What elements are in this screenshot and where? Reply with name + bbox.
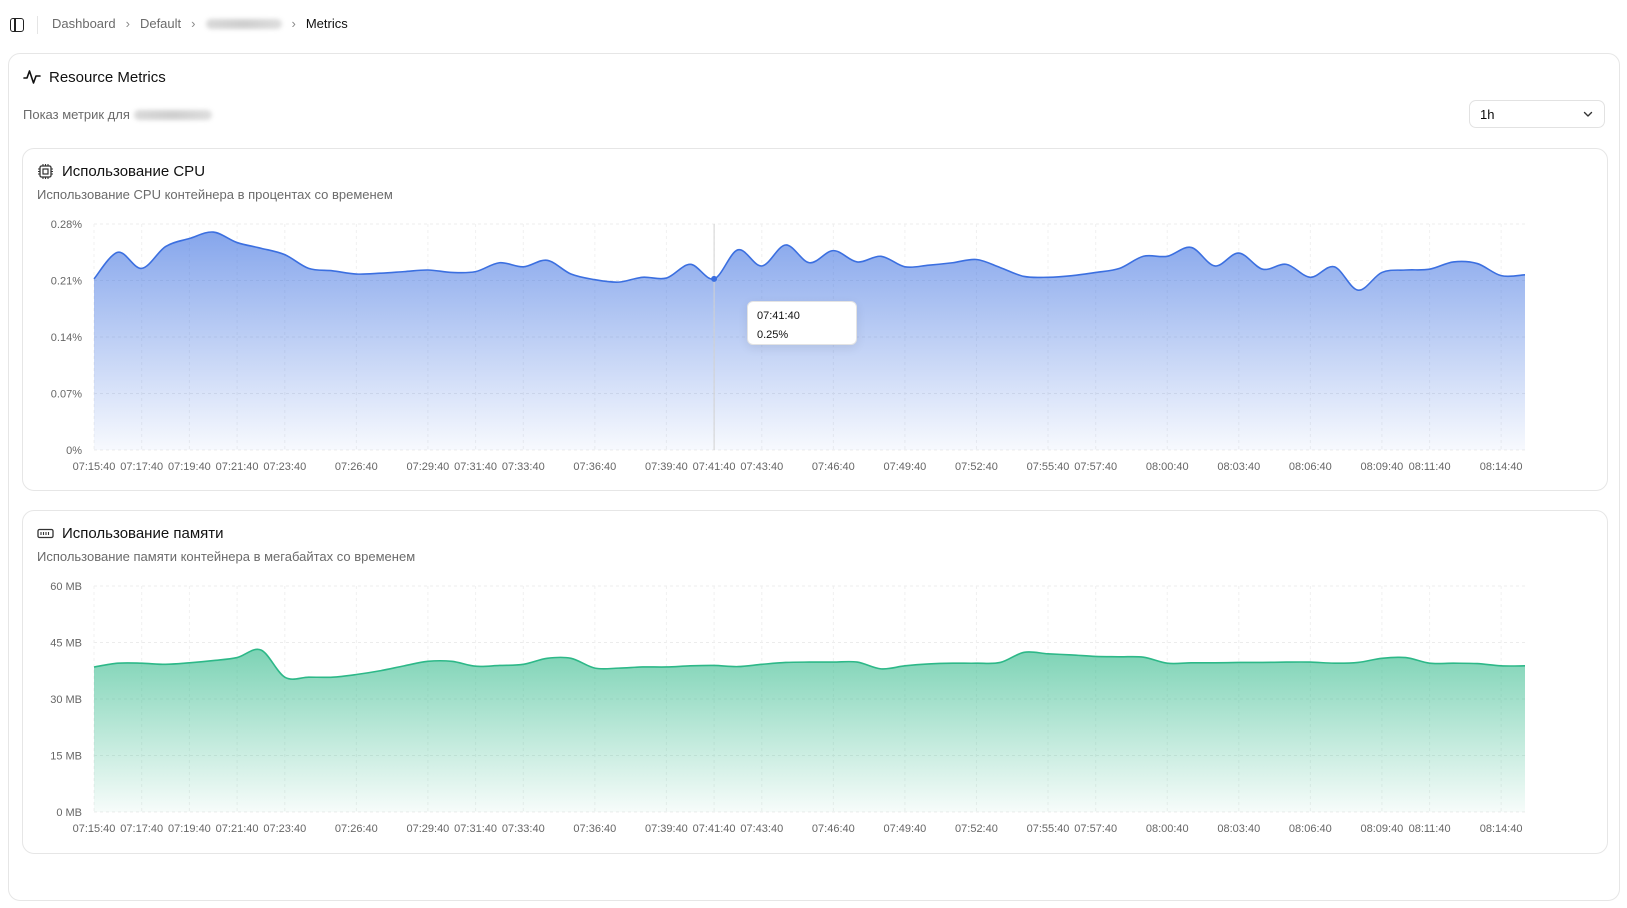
x-tick-label: 08:11:40	[1409, 823, 1451, 835]
x-tick-label: 07:57:40	[1074, 461, 1117, 473]
breadcrumb-default[interactable]: Default	[140, 16, 181, 31]
x-tick-label: 07:46:40	[812, 823, 855, 835]
x-tick-label: 07:21:40	[216, 461, 259, 473]
x-tick-label: 07:33:40	[502, 461, 545, 473]
memory-chart: 0 MB 15 MB 30 MB 45 MB 60 MB 07:15:40 07:17:40…	[50, 581, 1526, 835]
x-tick-label: 07:15:40	[73, 823, 116, 835]
hover-point	[711, 275, 718, 282]
x-tick-label: 08:00:40	[1146, 823, 1189, 835]
x-tick-label: 08:09:40	[1360, 461, 1403, 473]
y-tick-label: 0.28%	[51, 219, 82, 231]
x-tick-label: 07:29:40	[406, 461, 449, 473]
x-tick-label: 07:36:40	[573, 823, 616, 835]
chevron-down-icon	[1583, 111, 1593, 117]
chevron-right-icon: ›	[191, 16, 196, 31]
x-tick-label: 07:17:40	[120, 461, 163, 473]
service-name-redacted	[133, 109, 212, 120]
x-tick-label: 07:52:40	[955, 823, 998, 835]
subtitle-text: Показ метрик для	[23, 107, 130, 122]
x-tick-label: 08:09:40	[1360, 823, 1403, 835]
time-range-value: 1h	[1480, 106, 1495, 122]
x-tick-label: 07:57:40	[1074, 823, 1117, 835]
series-area	[94, 649, 1525, 812]
chevron-right-icon: ›	[291, 16, 296, 31]
breadcrumb: Dashboard › Default › › Metrics	[52, 16, 348, 31]
x-tick-label: 07:36:40	[573, 461, 616, 473]
x-tick-label: 07:19:40	[168, 823, 211, 835]
x-tick-label: 07:41:40	[693, 461, 736, 473]
x-tick-label: 07:41:40	[693, 823, 736, 835]
panel-header: Resource Metrics	[23, 68, 166, 86]
x-tick-label: 08:14:40	[1480, 461, 1523, 473]
x-tick-label: 07:49:40	[883, 461, 926, 473]
x-tick-label: 07:52:40	[955, 461, 998, 473]
x-tick-label: 08:00:40	[1146, 461, 1189, 473]
x-tick-label: 07:31:40	[454, 461, 497, 473]
y-tick-label: 0.07%	[51, 389, 82, 401]
x-tick-label: 07:46:40	[812, 461, 855, 473]
x-tick-label: 07:31:40	[454, 823, 497, 835]
x-tick-label: 07:26:40	[335, 461, 378, 473]
x-tick-label: 07:23:40	[263, 823, 306, 835]
tooltip-value: 0.25%	[757, 329, 789, 341]
x-tick-label: 08:06:40	[1289, 823, 1332, 835]
x-tick-label: 07:55:40	[1027, 461, 1070, 473]
x-tick-label: 07:23:40	[263, 461, 306, 473]
x-tick-label: 07:49:40	[883, 823, 926, 835]
y-tick-label: 0 MB	[56, 807, 82, 819]
divider	[37, 16, 38, 34]
y-tick-label: 0%	[66, 445, 82, 457]
resource-metrics-panel: Resource Metrics Показ метрик для 1h Исп…	[8, 53, 1620, 901]
y-tick-label: 30 MB	[50, 694, 82, 706]
x-tick-label: 08:03:40	[1217, 823, 1260, 835]
cpu-usage-card: Использование CPU Использование CPU конт…	[22, 148, 1608, 491]
panel-subtitle: Показ метрик для	[23, 107, 212, 122]
breadcrumb-service-redacted[interactable]	[205, 18, 282, 29]
x-tick-label: 07:33:40	[502, 823, 545, 835]
sidebar-toggle-icon[interactable]	[10, 18, 24, 32]
x-tick-label: 08:11:40	[1409, 461, 1451, 473]
chevron-right-icon: ›	[125, 16, 130, 31]
x-tick-label: 07:21:40	[216, 823, 259, 835]
chart-tooltip: 07:41:40 0.25%	[747, 301, 857, 345]
x-tick-label: 07:17:40	[120, 823, 163, 835]
y-tick-label: 60 MB	[50, 581, 82, 593]
y-tick-label: 0.14%	[51, 332, 82, 344]
x-tick-label: 07:15:40	[73, 461, 116, 473]
top-bar: Dashboard › Default › › Metrics	[0, 0, 1627, 48]
x-tick-label: 07:43:40	[740, 823, 783, 835]
activity-icon	[23, 70, 41, 84]
tooltip-time: 07:41:40	[757, 310, 800, 322]
x-tick-label: 07:55:40	[1027, 823, 1070, 835]
x-tick-label: 07:29:40	[406, 823, 449, 835]
x-tick-label: 07:26:40	[335, 823, 378, 835]
y-tick-label: 45 MB	[50, 638, 82, 650]
time-range-select[interactable]: 1h	[1469, 100, 1605, 128]
breadcrumb-dashboard[interactable]: Dashboard	[52, 16, 116, 31]
page-title: Resource Metrics	[49, 68, 166, 86]
x-tick-label: 08:14:40	[1480, 823, 1523, 835]
y-tick-label: 15 MB	[50, 751, 82, 763]
x-tick-label: 08:06:40	[1289, 461, 1332, 473]
memory-usage-card: Использование памяти Использование памят…	[22, 510, 1608, 854]
y-tick-label: 0.21%	[51, 276, 82, 288]
x-tick-label: 08:03:40	[1217, 461, 1260, 473]
x-tick-label: 07:39:40	[645, 823, 688, 835]
x-tick-label: 07:19:40	[168, 461, 211, 473]
x-tick-label: 07:39:40	[645, 461, 688, 473]
breadcrumb-current: Metrics	[305, 16, 348, 31]
x-tick-label: 07:43:40	[740, 461, 783, 473]
